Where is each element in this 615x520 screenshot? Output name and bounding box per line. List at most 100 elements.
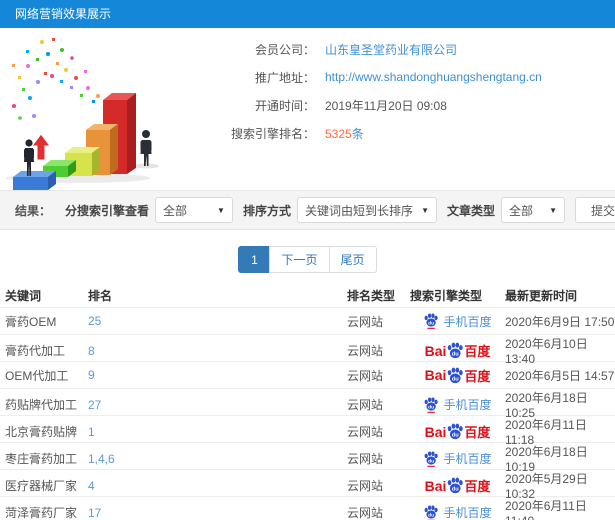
marketing-chart-illustration bbox=[0, 28, 195, 190]
table-row: 菏泽膏药厂家 17 云网站 du 手机百度 Bai bbox=[0, 496, 615, 520]
bar-blue bbox=[13, 171, 56, 190]
rank-type-cell: 云网站 bbox=[347, 314, 384, 329]
svg-text:du: du bbox=[429, 458, 435, 464]
baidu-logo-bai-text: Bai bbox=[424, 423, 447, 440]
keyword-cell: 北京膏药贴牌 bbox=[5, 425, 78, 439]
baidu-paw-icon: du bbox=[425, 313, 439, 329]
page-button-current[interactable]: 1 bbox=[238, 246, 271, 273]
header-rank-type: 排名类型 bbox=[347, 288, 396, 303]
table-header-row: 关键词 排名 排名类型 搜索引擎类型 最新更新时间 bbox=[0, 283, 615, 307]
pagination-area: 1 下一页 尾页 bbox=[0, 230, 615, 283]
rank-link[interactable]: 4 bbox=[88, 479, 347, 493]
sort-value: 关键词由短到长排序 bbox=[304, 203, 413, 218]
rank-type-cell: 云网站 bbox=[347, 344, 384, 358]
rank-link[interactable]: 1 bbox=[88, 425, 347, 439]
last-page-button[interactable]: 尾页 bbox=[328, 246, 377, 273]
baidu-paw-icon: du bbox=[425, 505, 439, 520]
engine-rank-label: 搜索引擎排名： bbox=[230, 126, 315, 141]
rank-link[interactable]: 17 bbox=[88, 506, 347, 520]
svg-text:du: du bbox=[452, 351, 459, 357]
svg-text:du: du bbox=[429, 512, 435, 518]
rank-count-suffix: 条 bbox=[351, 126, 364, 141]
keyword-cell: 药贴牌代加工 bbox=[5, 398, 78, 412]
rank-type-cell: 云网站 bbox=[347, 398, 384, 412]
rank-link[interactable]: 9 bbox=[88, 368, 347, 382]
businessman-right bbox=[140, 130, 152, 166]
keyword-cell: 膏药代加工 bbox=[5, 344, 66, 358]
info-row-rank-count: 搜索引擎排名： 5325条 bbox=[195, 119, 615, 147]
rank-link[interactable]: 25 bbox=[88, 314, 347, 328]
open-time-value: 2019年11月20日 09:08 bbox=[325, 98, 447, 113]
baidu-logo-cn-text: 百度 bbox=[464, 425, 491, 440]
rank-link[interactable]: 8 bbox=[88, 344, 347, 358]
rank-type-cell: 云网站 bbox=[347, 452, 384, 466]
engine-rank-count[interactable]: 5325条 bbox=[325, 125, 364, 142]
baidu-logo-bai-text: Bai bbox=[424, 367, 447, 383]
chevron-down-icon: ▼ bbox=[217, 205, 225, 215]
update-time-cell: 2020年6月5日 14:57 bbox=[505, 368, 615, 383]
next-page-button[interactable]: 下一页 bbox=[269, 246, 330, 273]
filter-group: 分搜索引擎查看 全部 ▼ 排序方式 关键词由短到长排序 ▼ 文章类型 全部 ▼ … bbox=[55, 197, 615, 223]
baidu-logo-bai-text: Bai bbox=[424, 342, 447, 359]
baidu-logo-cn-text: 百度 bbox=[464, 479, 491, 494]
table-row: 医疗器械厂家 4 云网站 du 百度 Bai bbox=[0, 469, 615, 501]
rank-link[interactable]: 27 bbox=[88, 398, 347, 412]
update-time-cell: 2020年6月9日 17:50 bbox=[505, 314, 615, 329]
article-type-select[interactable]: 全部 ▼ bbox=[501, 197, 565, 223]
engine-filter-select[interactable]: 全部 ▼ bbox=[154, 197, 233, 223]
table-body: 膏药OEM 25 云网站 du 手机百度 Bai bbox=[0, 307, 615, 520]
engine-cell: du 百度 Bai du 百度 bbox=[410, 341, 505, 360]
company-link[interactable]: 山东皇圣堂药业有限公司 bbox=[325, 41, 457, 58]
info-section: 会员公司： 山东皇圣堂药业有限公司 推广地址： http://www.shand… bbox=[0, 28, 615, 190]
filter-bar: 结果： 分搜索引擎查看 全部 ▼ 排序方式 关键词由短到长排序 ▼ 文章类型 全… bbox=[0, 190, 615, 230]
keyword-cell: 膏药OEM bbox=[5, 314, 57, 329]
table-row: 膏药OEM 25 云网站 du 手机百度 Bai bbox=[0, 307, 615, 334]
info-fields: 会员公司： 山东皇圣堂药业有限公司 推广地址： http://www.shand… bbox=[195, 28, 615, 190]
page-title: 网络营销效果展示 bbox=[15, 7, 112, 21]
baidu-logo-cn-text: 百度 bbox=[464, 368, 491, 384]
baidu-logo: Bai du 百度 bbox=[425, 422, 491, 441]
table-row: 枣庄膏药加工 1,4,6 云网站 du 手机百度 Bai bbox=[0, 442, 615, 474]
rank-type-cell: 云网站 bbox=[347, 506, 384, 520]
rank-link[interactable]: 1,4,6 bbox=[88, 452, 347, 466]
engine-cell: du 手机百度 Bai du 手机百度 bbox=[410, 450, 505, 467]
rank-type-cell: 云网站 bbox=[347, 425, 384, 439]
baidu-logo: Bai du 百度 bbox=[425, 366, 491, 385]
mobile-baidu-badge: du 手机百度 bbox=[423, 313, 492, 330]
info-row-open-time: 开通时间： 2019年11月20日 09:08 bbox=[195, 91, 615, 119]
sort-label: 排序方式 bbox=[242, 203, 291, 218]
bar-chart-growth-image bbox=[6, 38, 159, 190]
svg-text:du: du bbox=[452, 486, 459, 492]
company-label: 会员公司： bbox=[254, 42, 315, 57]
svg-text:du: du bbox=[429, 404, 435, 410]
promotion-url-link[interactable]: http://www.shandonghuangshengtang.cn bbox=[325, 70, 542, 84]
submit-button[interactable]: 提交 bbox=[575, 197, 615, 223]
baidu-paw-icon: du bbox=[448, 477, 464, 494]
svg-text:du: du bbox=[429, 320, 435, 326]
baidu-logo: Bai du 百度 bbox=[425, 476, 491, 495]
engine-filter-value: 全部 bbox=[162, 203, 187, 218]
baidu-logo: Bai du 百度 bbox=[425, 341, 491, 360]
chevron-down-icon: ▼ bbox=[421, 205, 429, 215]
promotion-url-label: 推广地址： bbox=[254, 70, 315, 85]
mobile-baidu-label: 手机百度 bbox=[443, 314, 492, 329]
keyword-cell: 医疗器械厂家 bbox=[5, 479, 78, 493]
table-row: 膏药代加工 8 云网站 du 百度 Bai bbox=[0, 334, 615, 366]
engine-cell: du 百度 Bai du 百度 bbox=[410, 476, 505, 495]
keyword-cell: 菏泽膏药厂家 bbox=[5, 506, 78, 520]
mobile-baidu-badge: du 手机百度 bbox=[423, 396, 492, 413]
svg-text:du: du bbox=[452, 432, 459, 438]
engine-cell: du 手机百度 Bai du 手机百度 bbox=[410, 504, 505, 520]
baidu-logo-bai-text: Bai bbox=[424, 477, 447, 494]
sort-select[interactable]: 关键词由短到长排序 ▼ bbox=[296, 197, 437, 223]
baidu-paw-icon: du bbox=[425, 397, 439, 413]
header-rank: 排名 bbox=[88, 288, 113, 303]
rank-type-cell: 云网站 bbox=[347, 479, 384, 493]
result-label: 结果： bbox=[15, 203, 52, 218]
mobile-baidu-label: 手机百度 bbox=[443, 506, 492, 520]
update-time-cell: 2020年6月11日 11:40 bbox=[505, 499, 587, 520]
keyword-cell: OEM代加工 bbox=[5, 368, 69, 383]
update-time-cell: 2020年6月10日 13:40 bbox=[505, 337, 588, 366]
info-row-url: 推广地址： http://www.shandonghuangshengtang.… bbox=[195, 63, 615, 91]
open-time-label: 开通时间： bbox=[254, 98, 315, 113]
